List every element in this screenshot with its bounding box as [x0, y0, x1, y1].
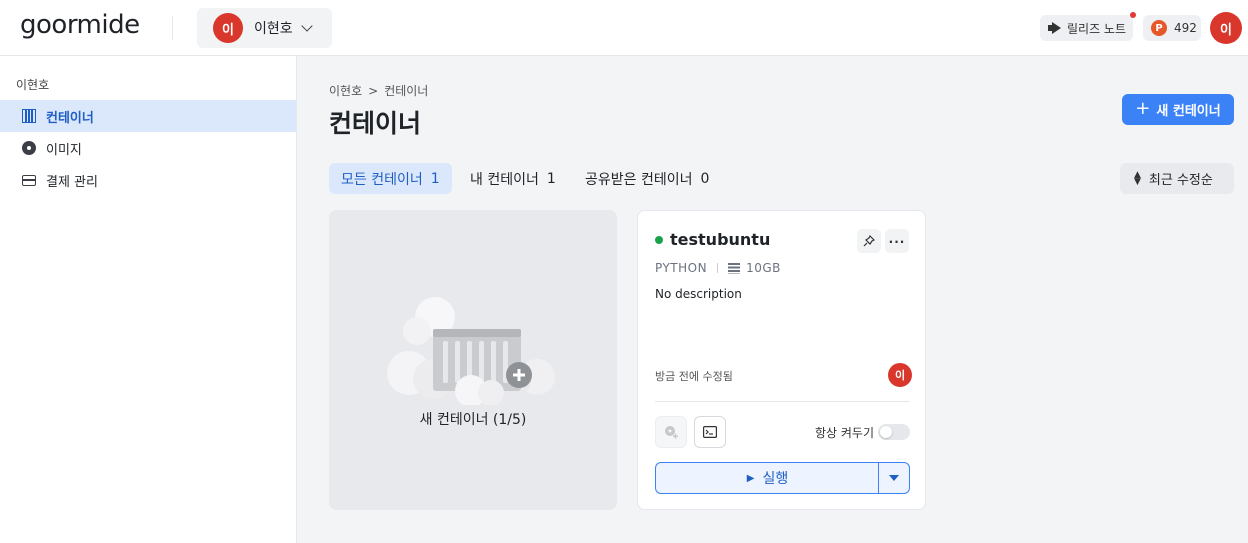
- pin-icon: [863, 235, 875, 247]
- sidebar-item-label: 컨테이너: [46, 110, 94, 126]
- terminal-icon: [703, 426, 717, 438]
- tab-label: 공유받은 컨테이너: [585, 171, 693, 188]
- container-name[interactable]: testubuntu: [670, 230, 770, 249]
- tab-count: 1: [546, 170, 556, 187]
- new-container-card[interactable]: 새 컨테이너 (1/5): [329, 210, 617, 510]
- points-badge[interactable]: P 492: [1143, 15, 1201, 41]
- sidebar-item-label: 결제 관리: [46, 174, 98, 190]
- tab-all-containers[interactable]: 모든 컨테이너 1: [329, 163, 452, 194]
- breadcrumb: 이현호 > 컨테이너: [329, 82, 428, 99]
- sort-icon: ▲ ▼: [1134, 169, 1141, 187]
- sidebar-item-billing[interactable]: 결제 관리: [0, 164, 296, 196]
- points-icon: P: [1151, 20, 1167, 36]
- sidebar-item-containers[interactable]: 컨테이너: [0, 100, 296, 132]
- sidebar: 이현호 컨테이너 이미지 결제 관리: [0, 56, 297, 543]
- play-icon: ▶: [746, 472, 755, 484]
- container-card[interactable]: testubuntu ... PYTHON 10GB No descriptio…: [637, 210, 926, 510]
- release-notes-button[interactable]: 릴리즈 노트: [1040, 15, 1133, 41]
- run-options-dropdown[interactable]: [878, 462, 910, 494]
- notification-dot: [1130, 12, 1136, 18]
- plus-icon: +: [1135, 97, 1151, 119]
- chevron-down-icon: [300, 20, 313, 32]
- stack-label: PYTHON: [655, 261, 708, 275]
- new-container-button[interactable]: + 새 컨테이너: [1122, 94, 1234, 125]
- status-running-indicator: [655, 236, 663, 244]
- modified-time: 방금 전에 수정됨: [655, 370, 733, 383]
- page-title: 컨테이너: [329, 109, 422, 138]
- run-label: 실행: [762, 471, 789, 487]
- pin-button[interactable]: [857, 229, 881, 253]
- sidebar-item-images[interactable]: 이미지: [0, 132, 296, 164]
- tab-count: 1: [430, 170, 440, 187]
- megaphone-icon: [1048, 22, 1062, 34]
- goormide-logo[interactable]: goormide: [20, 10, 140, 40]
- always-on-label: 항상 켜두기: [815, 426, 875, 440]
- container-cloud-illustration: [387, 297, 555, 405]
- points-value: 492: [1174, 21, 1197, 35]
- release-notes-label: 릴리즈 노트: [1067, 21, 1127, 36]
- tab-label: 모든 컨테이너: [341, 171, 423, 188]
- caret-down-icon: [889, 475, 899, 481]
- sidebar-item-label: 이미지: [46, 142, 82, 158]
- disc-add-icon: [665, 426, 678, 439]
- disk-size: 10GB: [746, 261, 781, 275]
- owner-avatar: 이: [888, 363, 912, 387]
- container-icon: [22, 109, 36, 123]
- new-container-card-label: 새 컨테이너 (1/5): [419, 412, 527, 428]
- breadcrumb-separator: >: [368, 83, 379, 98]
- add-image-button[interactable]: [655, 416, 687, 448]
- disk-icon: [728, 262, 741, 274]
- disc-icon: [22, 141, 36, 155]
- card-divider: [655, 401, 910, 402]
- more-options-button[interactable]: ...: [885, 229, 909, 253]
- container-description: No description: [655, 287, 742, 301]
- run-button[interactable]: ▶ 실행: [655, 462, 879, 494]
- workspace-selector[interactable]: 이 이현호: [197, 8, 332, 48]
- tab-label: 내 컨테이너: [470, 171, 539, 188]
- credit-card-icon: [22, 175, 36, 186]
- breadcrumb-item: 컨테이너: [384, 84, 429, 98]
- ellipsis-icon: ...: [888, 231, 906, 246]
- container-meta: PYTHON 10GB: [655, 261, 781, 275]
- breadcrumb-item[interactable]: 이현호: [329, 82, 362, 99]
- top-header: goormide 이 이현호 릴리즈 노트 P 492 이: [0, 0, 1248, 56]
- new-container-label: 새 컨테이너: [1156, 104, 1221, 119]
- tab-my-containers[interactable]: 내 컨테이너 1: [458, 163, 568, 194]
- sort-label: 최근 수정순: [1148, 173, 1213, 188]
- workspace-name: 이현호: [254, 21, 293, 37]
- user-avatar[interactable]: 이: [1210, 12, 1242, 44]
- meta-separator: [717, 263, 719, 273]
- sidebar-user-name: 이현호: [16, 78, 50, 92]
- tab-shared-containers[interactable]: 공유받은 컨테이너 0: [573, 163, 721, 194]
- header-divider: [172, 16, 173, 40]
- tab-count: 0: [700, 170, 710, 187]
- workspace-avatar: 이: [213, 13, 243, 43]
- always-on-toggle[interactable]: [878, 424, 910, 440]
- terminal-button[interactable]: [694, 416, 726, 448]
- sort-dropdown[interactable]: ▲ ▼ 최근 수정순: [1120, 163, 1234, 194]
